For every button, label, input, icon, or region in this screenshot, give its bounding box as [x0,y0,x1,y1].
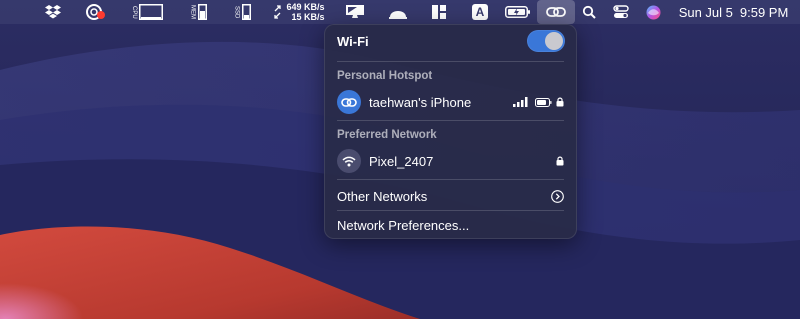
menu-bar: CPU MEM SSD 649 KB/s 15 KB/s A Sun Jul 5… [0,0,800,24]
preferred-network-item[interactable]: Pixel_2407 [337,148,564,174]
preferred-network-header: Preferred Network [337,129,437,141]
cpu-label: CPU [131,5,137,19]
ssd-monitor-icon[interactable]: SSD [230,0,254,24]
preferred-network-name: Pixel_2407 [369,153,434,169]
wifi-panel-title: Wi-Fi [337,33,369,49]
wifi-signal-icon [337,149,361,173]
siri-icon[interactable] [643,0,663,24]
hotspot-network-item[interactable]: taehwan's iPhone [337,89,564,115]
display-icon[interactable] [344,0,366,24]
control-center-icon[interactable] [611,0,631,24]
wifi-toggle[interactable] [527,30,565,52]
network-preferences-item[interactable]: Network Preferences... [337,215,564,235]
divider [337,120,564,121]
personal-hotspot-header: Personal Hotspot [337,70,433,82]
lock-icon [556,97,564,107]
screen-recorder-icon[interactable] [84,0,108,24]
wifi-toggle-knob [545,32,563,50]
network-preferences-label: Network Preferences... [337,217,470,233]
ssd-label: SSD [233,5,240,19]
hotspot-link-icon [337,90,361,114]
memory-monitor-icon[interactable]: MEM [186,0,210,24]
net-upload-speed: 649 KB/s [286,2,325,12]
divider [337,61,564,62]
mem-label: MEM [189,5,196,19]
network-speed-icon[interactable]: 649 KB/s 15 KB/s [272,0,326,24]
link-icon[interactable] [537,0,575,24]
input-source-letter: A [475,5,485,19]
keyboard-input-icon[interactable]: A [469,0,491,24]
clock-time: 9:59 PM [739,4,789,20]
cellular-signal-icon [513,97,528,107]
other-networks-item[interactable]: Other Networks [337,186,564,206]
lock-icon [556,156,564,166]
menu-clock[interactable]: Sun Jul 5 9:59 PM [676,0,791,24]
other-networks-label: Other Networks [337,188,428,204]
window-layout-icon[interactable] [428,0,450,24]
battery-icon[interactable] [504,0,532,24]
divider [337,179,564,180]
hotspot-battery-icon [535,97,552,107]
hotspot-name: taehwan's iPhone [369,94,472,110]
net-download-speed: 15 KB/s [291,12,325,22]
chevron-right-icon [551,189,564,203]
control-center-extra-icon[interactable] [386,0,410,24]
clock-date: Sun Jul 5 [678,4,733,20]
wifi-menu-panel: Wi-Fi Personal Hotspot taehwan's iPhone … [324,24,577,239]
cpu-monitor-icon[interactable]: CPU [128,0,166,24]
dropbox-icon[interactable] [42,0,64,24]
spotlight-icon[interactable] [580,0,598,24]
divider [337,210,564,211]
